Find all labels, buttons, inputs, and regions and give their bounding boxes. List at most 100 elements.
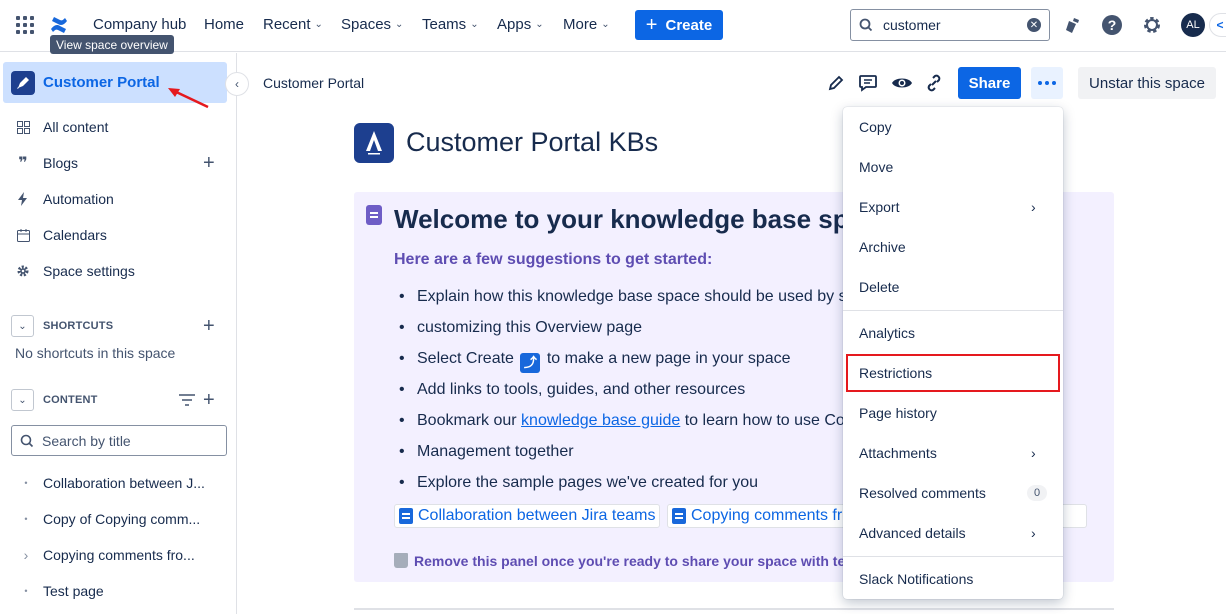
top-navigation: Company hub Home Recent ⌄ Spaces ⌄ Teams ⌄ … [0, 0, 1226, 52]
watch-eye-icon[interactable] [891, 72, 913, 94]
expand-panel-button[interactable]: < [1209, 13, 1226, 37]
create-glyph-icon: ⤴ [520, 353, 541, 373]
tree-item-label: Copy of Copying comm... [43, 511, 201, 527]
menu-item-label: Attachments [859, 445, 937, 461]
menu-item-advanced-details[interactable]: Advanced details › [843, 513, 1063, 553]
app-switcher-icon[interactable] [14, 14, 36, 36]
svg-text:?: ? [1108, 17, 1117, 33]
more-actions-button[interactable] [1031, 67, 1063, 99]
notifications-icon[interactable] [1061, 14, 1083, 36]
company-hub-link[interactable]: Company hub [93, 16, 186, 33]
menu-item-slack-notifications[interactable]: Slack Notifications [843, 559, 1063, 599]
create-label: Create [665, 16, 713, 34]
add-blog-icon[interactable]: + [203, 153, 215, 173]
chip-label: Copying comments fr [691, 507, 843, 524]
sidebar-item-label: Blogs [43, 155, 79, 171]
search-input[interactable]: customer ✕ [850, 9, 1050, 41]
panel-heading: Welcome to your knowledge base space [394, 204, 893, 234]
sidebar-item-label: Automation [43, 191, 114, 207]
nav-recent-label: Recent [263, 16, 311, 33]
create-button[interactable]: + Create [635, 10, 723, 40]
unstar-space-button[interactable]: Unstar this space [1078, 67, 1216, 99]
sidebar-item-label: Space settings [43, 263, 135, 279]
chevron-down-icon[interactable]: ⌄ [11, 315, 34, 337]
share-button[interactable]: Share [958, 67, 1021, 99]
chevron-down-icon: ⌄ [470, 19, 479, 30]
sidebar-item-calendars[interactable]: Calendars [0, 217, 237, 253]
sidebar-item-label: Calendars [43, 227, 107, 243]
calendar-icon [15, 227, 31, 243]
tree-item[interactable]: › Copying comments fro... [0, 537, 237, 573]
annotation-arrow [168, 88, 209, 109]
tree-item[interactable]: • Test page [0, 573, 237, 609]
menu-item-label: Page history [859, 405, 937, 421]
tree-bullet: • [24, 478, 28, 488]
menu-item-move[interactable]: Move [843, 147, 1063, 187]
nav-home[interactable]: Home [204, 16, 244, 33]
shortcuts-header-label: SHORTCUTS [43, 320, 114, 332]
sidebar-item-label: All content [43, 119, 109, 135]
tree-item[interactable]: • Collaboration between J... [0, 465, 237, 501]
sidebar-item-all-content[interactable]: All content [0, 109, 237, 145]
menu-item-attachments[interactable]: Attachments › [843, 433, 1063, 473]
avatar[interactable]: AL [1181, 13, 1205, 37]
sidebar-item-space-settings[interactable]: Space settings [0, 253, 237, 289]
menu-divider [843, 556, 1063, 557]
chevron-down-icon: ⌄ [601, 19, 610, 30]
item-text: Add links to tools, guides, and other re… [417, 381, 746, 398]
sidebar-item-blogs[interactable]: ❞ Blogs + [0, 145, 237, 181]
chevron-right-icon: › [1031, 525, 1036, 541]
menu-item-resolved-comments[interactable]: Resolved comments 0 [843, 473, 1063, 513]
menu-item-delete[interactable]: Delete [843, 267, 1063, 307]
chevron-right-icon[interactable]: › [18, 547, 34, 563]
menu-item-label: Archive [859, 239, 906, 255]
chevron-right-icon: › [1031, 445, 1036, 461]
add-content-icon[interactable]: + [203, 390, 215, 410]
gear-icon [15, 263, 31, 279]
collapse-sidebar-button[interactable]: ‹ [225, 72, 249, 96]
nav-spaces[interactable]: Spaces ⌄ [341, 16, 403, 33]
menu-item-restrictions[interactable]: Restrictions [843, 353, 1063, 393]
menu-item-page-history[interactable]: Page history [843, 393, 1063, 433]
confluence-logo-icon[interactable] [49, 15, 69, 35]
nav-recent[interactable]: Recent ⌄ [263, 16, 323, 33]
tree-item[interactable]: • Copy of Copying comm... [0, 501, 237, 537]
quote-icon: ❞ [18, 155, 28, 172]
tree-item-label: Test page [43, 583, 104, 599]
menu-item-archive[interactable]: Archive [843, 227, 1063, 267]
menu-item-copy[interactable]: Copy [843, 107, 1063, 147]
nav-teams[interactable]: Teams ⌄ [422, 16, 479, 33]
nav-more[interactable]: More ⌄ [563, 16, 610, 33]
add-shortcut-icon[interactable]: + [203, 316, 215, 336]
note-icon [366, 205, 382, 225]
page-link-chip[interactable]: Collaboration between Jira teams [394, 504, 661, 528]
menu-item-label: Copy [859, 119, 892, 135]
shortcuts-header: ⌄ SHORTCUTS + [0, 308, 237, 344]
menu-item-export[interactable]: Export › [843, 187, 1063, 227]
item-text: Bookmark our [417, 412, 522, 429]
copy-link-icon[interactable] [923, 72, 945, 94]
edit-icon[interactable] [825, 72, 847, 94]
no-shortcuts-text: No shortcuts in this space [15, 345, 176, 361]
nav-apps[interactable]: Apps ⌄ [497, 16, 544, 33]
help-icon[interactable]: ? [1101, 14, 1123, 36]
chip-label: Collaboration between Jira teams [418, 507, 656, 524]
menu-item-label: Restrictions [859, 365, 933, 381]
settings-icon[interactable] [1141, 14, 1163, 36]
nav-spaces-label: Spaces [341, 16, 392, 33]
sidebar-item-automation[interactable]: Automation [0, 181, 237, 217]
knowledge-base-guide-link[interactable]: knowledge base guide [521, 412, 680, 429]
item-text: Management together [417, 443, 574, 460]
menu-divider [843, 310, 1063, 311]
menu-item-label: Delete [859, 279, 900, 295]
comment-icon[interactable] [857, 72, 879, 94]
breadcrumb[interactable]: Customer Portal [263, 75, 364, 91]
filter-icon[interactable] [178, 393, 196, 410]
clear-search-icon[interactable]: ✕ [1027, 18, 1041, 32]
grid-icon [15, 119, 31, 135]
tree-bullet: • [24, 514, 28, 524]
title-search-input[interactable]: Search by title [11, 425, 227, 456]
page-title: Customer Portal KBs [406, 127, 659, 157]
menu-item-analytics[interactable]: Analytics [843, 313, 1063, 353]
chevron-down-icon[interactable]: ⌄ [11, 389, 34, 411]
